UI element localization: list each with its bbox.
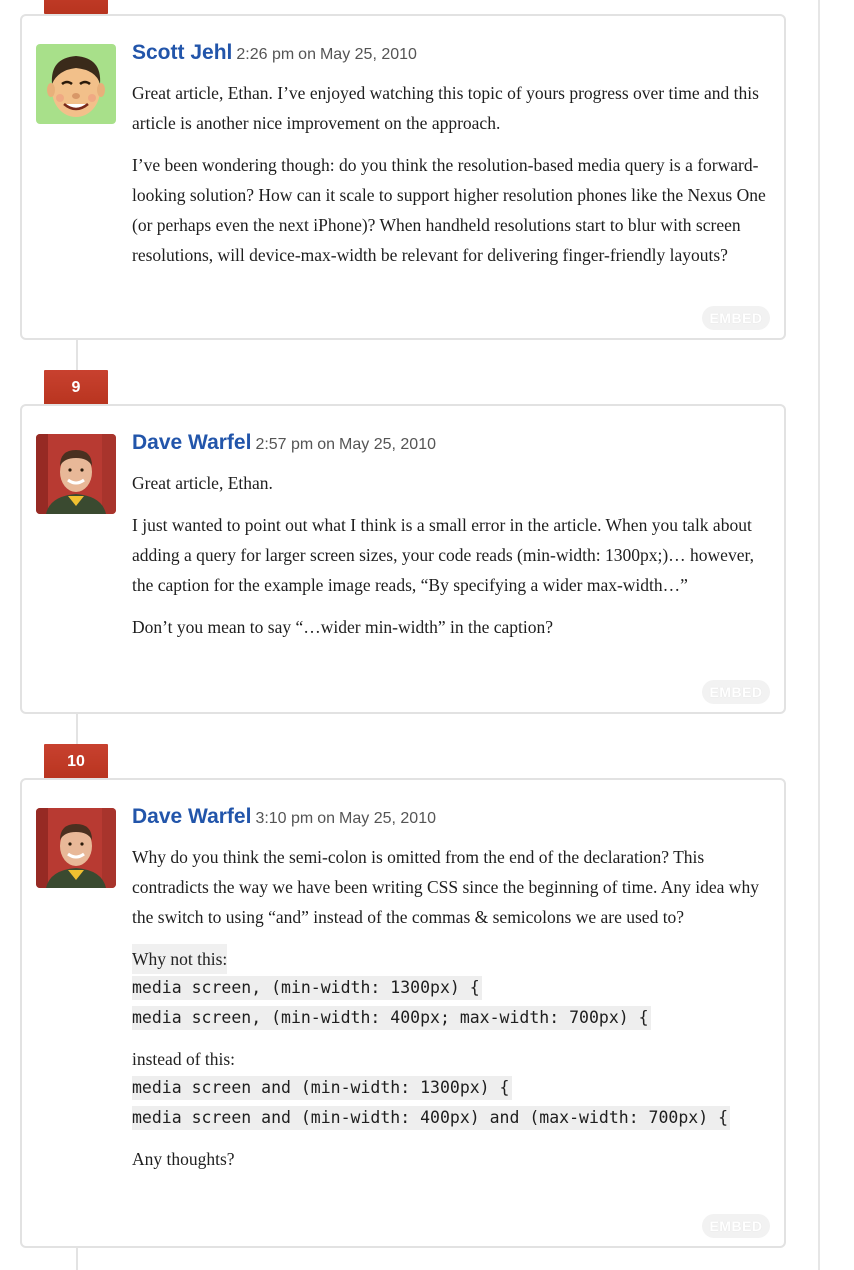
comment-time: 2:57 pm [255,436,314,453]
comment-author-link[interactable]: Dave Warfel [132,805,251,828]
code-example: instead of this: media screen and (min-w… [132,1044,766,1134]
embed-button[interactable]: EMBED [702,680,770,704]
comment-paragraph: I just wanted to point out what I think … [132,515,754,595]
comment-number-badge[interactable]: 8 [44,0,108,14]
avatar-photo-icon [36,808,116,888]
comment-date-prefix: on [298,46,316,63]
comment-paragraph: I’ve been wondering though: do you think… [132,155,766,265]
code-example: Why not this: media screen, (min-width: … [132,944,766,1034]
comment-date: May 25, 2010 [339,810,436,827]
comment-author-link[interactable]: Scott Jehl [132,41,232,64]
avatar-photo-icon [36,434,116,514]
comment-paragraph: Any thoughts? [132,1149,235,1169]
comment-paragraph: Great article, Ethan. I’ve enjoyed watch… [132,83,759,133]
comment-number-badge[interactable]: 9 [44,370,108,406]
comment-time: 2:26 pm [236,46,295,63]
comment-date-prefix: on [317,436,336,453]
sidebar-divider [818,0,820,1270]
embed-button[interactable]: EMBED [702,1214,770,1238]
thread-connector [76,1246,78,1270]
comment-date: May 25, 2010 [319,46,417,63]
comment-paragraph: Great article, Ethan. [132,473,273,493]
avatar-cartoon-icon [36,44,116,124]
thread-connector [76,338,78,370]
comment-date-prefix: on [317,810,336,827]
comment-paragraph: Don’t you mean to say “…wider min-width”… [132,617,554,637]
code-line: media screen, (min-width: 400px; max-wid… [132,1006,651,1030]
comment: Scott Jehl 2:26 pm on May 25, 2010 Great… [20,14,786,340]
avatar[interactable] [36,808,116,888]
comment-author-link[interactable]: Dave Warfel [132,431,251,454]
code-lead-text: Why not this: [132,944,228,974]
code-lead-text: instead of this: [132,1044,236,1074]
code-line: media screen and (min-width: 1300px) { [132,1076,512,1100]
comment-date: May 25, 2010 [339,436,436,453]
comment-time: 3:10 pm [255,810,314,827]
embed-button[interactable]: EMBED [702,306,770,330]
comment: Dave Warfel 3:10 pm on May 25, 2010 Why … [20,778,786,1248]
code-line: media screen, (min-width: 1300px) { [132,976,482,1000]
thread-connector [76,712,78,744]
comment: Dave Warfel 2:57 pm on May 25, 2010 Grea… [20,404,786,714]
comment-number-badge[interactable]: 10 [44,744,108,780]
comment-paragraph: Why do you think the semi-colon is omitt… [132,847,759,927]
avatar[interactable] [36,44,116,124]
avatar[interactable] [36,434,116,514]
code-line: media screen and (min-width: 400px) and … [132,1106,731,1130]
